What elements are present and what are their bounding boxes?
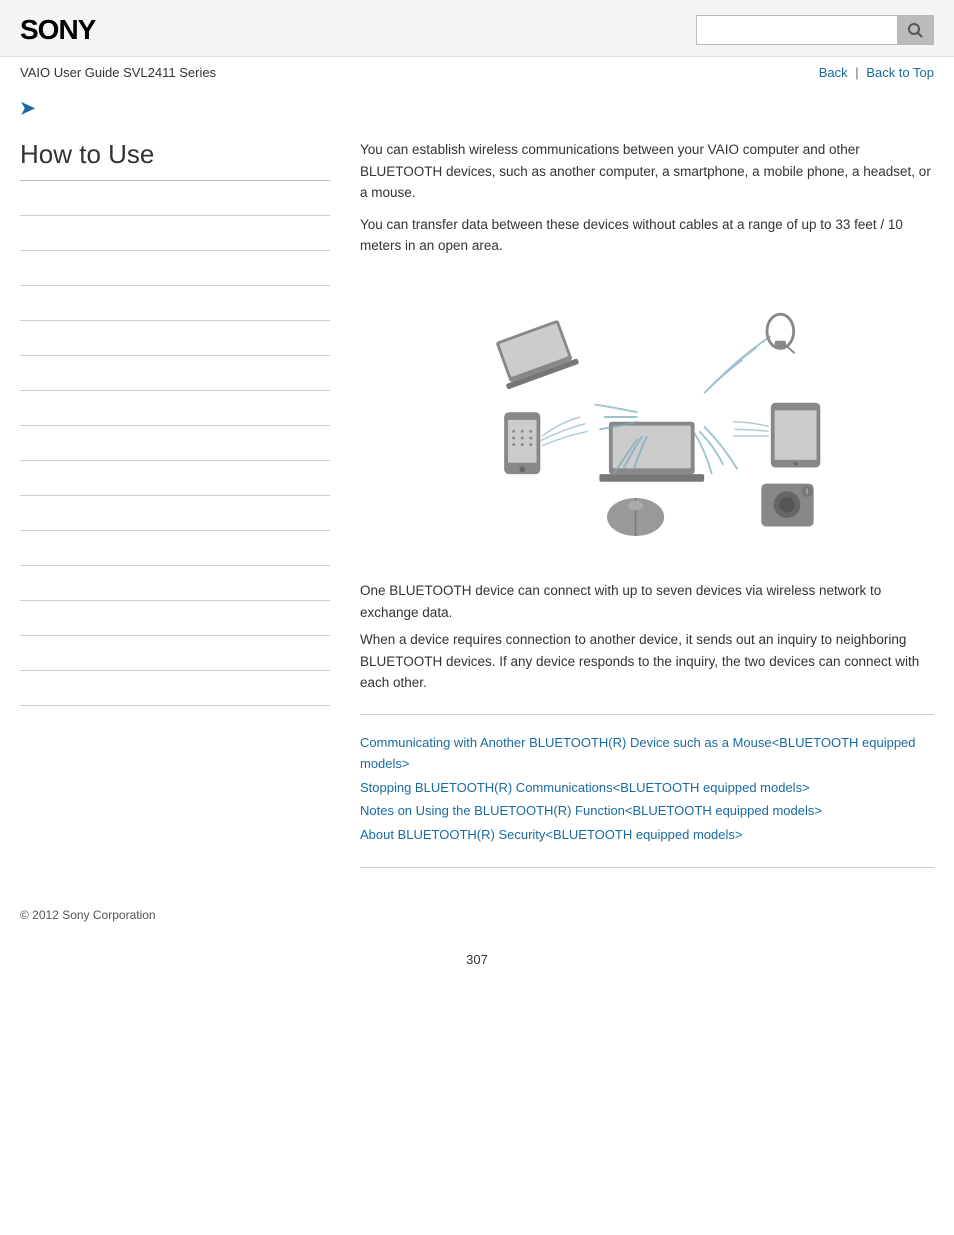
list-item: [20, 356, 330, 391]
list-item: [20, 601, 330, 636]
related-link-4[interactable]: About BLUETOOTH(R) Security<BLUETOOTH eq…: [360, 825, 934, 846]
related-link-3[interactable]: Notes on Using the BLUETOOTH(R) Function…: [360, 801, 934, 822]
main-content: How to Use You can establish wireless co…: [0, 119, 954, 888]
search-icon: [907, 22, 923, 38]
back-link[interactable]: Back: [819, 65, 848, 80]
paragraph-1: You can establish wireless communication…: [360, 139, 934, 204]
search-input[interactable]: [697, 18, 897, 43]
breadcrumb-arrow[interactable]: ➤: [20, 98, 35, 118]
bluetooth-devices-svg: [447, 277, 847, 557]
list-item: [20, 321, 330, 356]
related-links-section: Communicating with Another BLUETOOTH(R) …: [360, 714, 934, 868]
search-button[interactable]: [897, 16, 933, 44]
paragraph-2: You can transfer data between these devi…: [360, 214, 934, 257]
list-item: [20, 181, 330, 216]
sidebar-nav: [20, 181, 330, 706]
list-item: [20, 496, 330, 531]
copyright-text: © 2012 Sony Corporation: [20, 908, 156, 922]
paragraph-4: When a device requires connection to ano…: [360, 629, 934, 694]
content-area: You can establish wireless communication…: [330, 129, 934, 868]
sony-logo: SONY: [20, 14, 95, 46]
nav-links: Back | Back to Top: [819, 65, 934, 80]
list-item: [20, 391, 330, 426]
page-number: 307: [0, 932, 954, 987]
nav-bar: VAIO User Guide SVL2411 Series Back | Ba…: [0, 57, 954, 88]
related-link-1[interactable]: Communicating with Another BLUETOOTH(R) …: [360, 733, 934, 775]
guide-title: VAIO User Guide SVL2411 Series: [20, 65, 216, 80]
breadcrumb-section: ➤: [0, 88, 954, 119]
list-item: [20, 461, 330, 496]
list-item: [20, 531, 330, 566]
footer: © 2012 Sony Corporation: [0, 888, 954, 932]
list-item: [20, 566, 330, 601]
list-item: [20, 286, 330, 321]
bluetooth-illustration: [360, 277, 934, 560]
back-to-top-link[interactable]: Back to Top: [866, 65, 934, 80]
list-item: [20, 636, 330, 671]
sidebar-title: How to Use: [20, 139, 330, 181]
header: SONY: [0, 0, 954, 57]
list-item: [20, 216, 330, 251]
paragraph-3: One BLUETOOTH device can connect with up…: [360, 580, 934, 623]
nav-separator: |: [855, 65, 858, 80]
list-item: [20, 426, 330, 461]
related-link-2[interactable]: Stopping BLUETOOTH(R) Communications<BLU…: [360, 778, 934, 799]
list-item: [20, 671, 330, 706]
search-box: [696, 15, 934, 45]
list-item: [20, 251, 330, 286]
sidebar: How to Use: [20, 129, 330, 868]
